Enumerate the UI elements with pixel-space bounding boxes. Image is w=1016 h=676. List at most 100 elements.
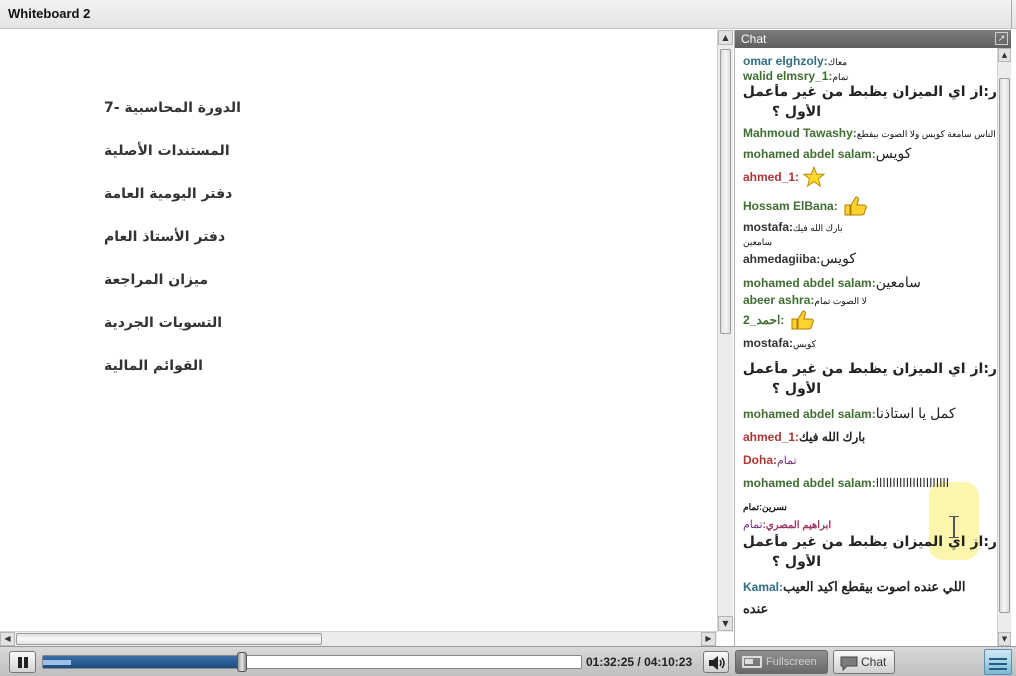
chat-text: تمام <box>832 72 849 82</box>
chat-message: Hossam ElBana: <box>743 195 868 217</box>
fullscreen-label: Fullscreen <box>766 656 817 668</box>
chat-scroll-thumb[interactable] <box>999 78 1010 613</box>
chat-sender: Kamal: <box>743 580 784 594</box>
whiteboard-vertical-scrollbar[interactable]: ▲ ▼ <box>717 30 733 632</box>
whiteboard-window: Whiteboard 2 الدورة المحاسبية -7 المستند… <box>0 0 1016 676</box>
fullscreen-icon <box>742 656 762 668</box>
chat-sender: omar elghzoly: <box>743 54 828 68</box>
chat-toggle-button[interactable]: Chat <box>833 650 895 674</box>
chat-question-line: الأول ؟ <box>771 554 821 570</box>
chat-question-line: ر:از اي الميزان يظبط من غير مأعمل تسويات <box>741 534 997 550</box>
chat-question-line: ر:از اي الميزان يظبط من غير مأعمل تسويات <box>741 84 997 100</box>
whiteboard-topic: التسويات الجردية <box>104 315 223 331</box>
time-separator: / <box>637 655 641 669</box>
horizontal-scroll-thumb[interactable] <box>16 633 322 645</box>
scroll-left-arrow-icon[interactable]: ◀ <box>0 632 15 646</box>
whiteboard-topic: المستندات الأصلية <box>104 143 230 159</box>
chat-header: Chat ↗ <box>735 30 1011 48</box>
chat-question-line: ر:از اي الميزان يظبط من غير مأعمل تسويات <box>741 361 997 377</box>
star-icon <box>803 166 826 188</box>
app-logo-icon <box>984 649 1012 675</box>
scroll-down-arrow-icon[interactable]: ▼ <box>718 616 733 631</box>
chat-message: ahmedagiiba:كويس <box>743 250 856 268</box>
chat-sender: ahmed_1: <box>743 170 800 185</box>
window-title: Whiteboard 2 <box>8 6 91 21</box>
chat-sender: abeer ashra: <box>743 293 815 307</box>
whiteboard-topic: دفتر الأستاذ العام <box>104 229 226 245</box>
chat-scroll-down-icon[interactable]: ▼ <box>998 632 1011 646</box>
progress-buffer <box>43 660 71 665</box>
chat-sender: احمد_2: <box>743 313 785 328</box>
thumbs-up-icon <box>791 310 814 330</box>
chat-sender: Mahmoud Tawashy: <box>743 126 857 140</box>
chat-text: سامعين <box>743 237 773 247</box>
chat-sender: ahmedagiiba: <box>743 252 821 266</box>
chat-question-line: الأول ؟ <box>771 381 821 397</box>
chat-text: اااااااااااااااااااااا <box>875 476 950 490</box>
chat-text: بارك الله فيك <box>799 430 866 444</box>
chat-messages[interactable]: omar elghzoly:معاك walid elmsry_1:تمام ر… <box>735 48 997 646</box>
chat-message: Kamal:اللي عنده اصوت بيقطع اكيد العيب <box>743 578 966 596</box>
title-bar: Whiteboard 2 <box>0 0 1016 29</box>
chat-text: كويس <box>820 250 857 266</box>
chat-sender: mostafa: <box>743 336 794 350</box>
whiteboard-horizontal-scrollbar[interactable]: ◀ ▶ <box>0 631 717 646</box>
chat-scrollbar[interactable]: ▲ ▼ <box>997 48 1011 646</box>
chat-text: عنده <box>743 601 769 616</box>
chat-text: نسرين:تمام <box>743 502 787 512</box>
chat-message: mohamed abdel salam:اااااااااااااااااااا… <box>743 474 949 492</box>
chat-message: mohamed abdel salam:كويس <box>743 145 911 163</box>
chat-message: abeer ashra:لا الصوت تمام <box>743 291 867 309</box>
chat-text: كويس <box>875 145 912 161</box>
chat-message: احمد_2: <box>743 309 815 331</box>
chat-sender: ahmed_1: <box>743 430 800 444</box>
pause-icon <box>18 657 22 668</box>
chat-sender: mohamed abdel salam: <box>743 276 876 290</box>
scroll-right-arrow-icon[interactable]: ▶ <box>701 632 716 646</box>
whiteboard-topic: الدورة المحاسبية -7 <box>104 100 241 116</box>
volume-button[interactable] <box>703 651 729 673</box>
chat-message: mohamed abdel salam:كمل يا استاذنا <box>743 405 956 423</box>
scroll-up-arrow-icon[interactable]: ▲ <box>718 30 733 45</box>
chat-message: Mahmoud Tawashy:الناس سامعة كويس ولا الص… <box>743 124 996 142</box>
vertical-scroll-thumb[interactable] <box>720 49 731 334</box>
chat-question-line: الأول ؟ <box>771 104 821 120</box>
chat-sender: mohamed abdel salam: <box>743 407 876 421</box>
chat-panel: Chat ↗ omar elghzoly:معاك walid elmsry_1… <box>734 30 1011 646</box>
time-current: 01:32:25 <box>586 655 635 669</box>
chat-text: اللي عنده اصوت بيقطع اكيد العيب <box>783 579 966 594</box>
progress-bar[interactable] <box>42 655 582 669</box>
thumbs-up-icon <box>844 196 868 216</box>
chat-message: Doha:تمام <box>743 451 797 469</box>
chat-sender: Hossam ElBana: <box>743 199 838 214</box>
chat-title: Chat <box>741 32 767 46</box>
chat-bubble-icon <box>840 656 858 671</box>
whiteboard-topic: ميزان المراجعة <box>104 272 209 288</box>
progress-knob[interactable] <box>236 652 247 672</box>
chat-text: كمل يا استاذنا <box>875 405 956 421</box>
chat-message: سامعين <box>743 232 772 250</box>
chat-message: عنده <box>743 600 768 618</box>
chat-scroll-up-icon[interactable]: ▲ <box>998 48 1011 62</box>
chat-message: ابراهيم المصري:تمام <box>743 515 831 533</box>
pause-button[interactable] <box>9 651 36 673</box>
chat-sender: ابراهيم المصري: <box>762 520 832 531</box>
chat-text: كويس <box>793 339 816 349</box>
progress-fill <box>43 656 243 668</box>
popout-icon[interactable]: ↗ <box>995 32 1008 45</box>
chat-sender: mohamed abdel salam: <box>743 147 876 161</box>
chat-text: تمام <box>743 519 763 531</box>
whiteboard-topic: دفتر اليومية العامة <box>104 186 233 202</box>
chat-text: سامعين <box>875 274 921 290</box>
whiteboard-canvas[interactable]: الدورة المحاسبية -7 المستندات الأصلية دف… <box>0 30 717 632</box>
chat-message: نسرين:تمام <box>743 497 787 515</box>
chat-sender: walid elmsry_1: <box>743 69 833 83</box>
chat-sender: mohamed abdel salam: <box>743 476 876 490</box>
speaker-icon <box>709 656 725 670</box>
timecode: 01:32:25 / 04:10:23 <box>586 655 692 669</box>
chat-toggle-label: Chat <box>861 655 887 669</box>
whiteboard-topic: القوائم المالية <box>104 358 203 374</box>
fullscreen-button[interactable]: Fullscreen <box>735 650 828 674</box>
chat-text: لا الصوت تمام <box>814 296 867 306</box>
chat-message: ahmed_1: <box>743 166 826 188</box>
